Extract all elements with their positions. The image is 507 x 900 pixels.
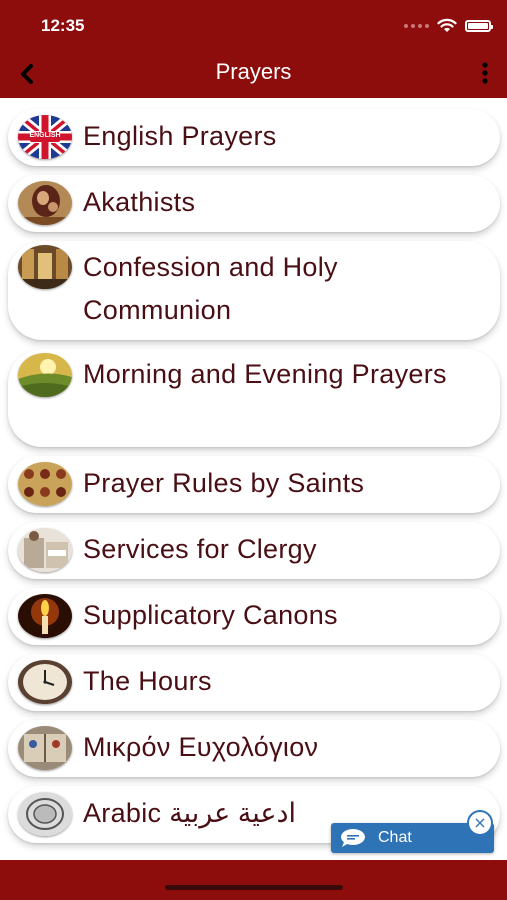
saints-icon: [18, 462, 72, 506]
wifi-icon: [437, 18, 457, 32]
church-interior-icon: [18, 245, 72, 289]
uk-flag-icon: ENGLISH: [18, 115, 72, 159]
list-item-english-prayers[interactable]: ENGLISH English Prayers: [8, 109, 500, 166]
list-item-label: Prayer Rules by Saints: [83, 468, 365, 498]
list-item-label: Akathists: [83, 187, 196, 217]
list-item-mikron-euchologion[interactable]: Μικρόν Ευχολόγιον: [8, 720, 500, 777]
app-header: 12:35 Prayers: [0, 0, 507, 98]
list-item-akathists[interactable]: Akathists: [8, 175, 500, 232]
sunrise-landscape-icon: [18, 353, 72, 397]
list-item-label: Supplicatory Canons: [83, 600, 338, 630]
bottom-bar: [0, 860, 507, 900]
clergy-icon: [18, 528, 72, 572]
list-item-morning-evening[interactable]: Morning and Evening Prayers: [8, 349, 500, 447]
list-item-label: English Prayers: [83, 121, 277, 151]
list-item-label: Confession and Holy Communion: [83, 252, 338, 325]
list-item-label: Morning and Evening Prayers: [83, 359, 447, 389]
home-indicator[interactable]: [165, 885, 343, 890]
candle-icon: [18, 594, 72, 638]
list-item-confession[interactable]: Confession and Holy Communion: [8, 241, 500, 340]
list-item-label: Services for Clergy: [83, 534, 317, 564]
chat-label: Chat: [378, 829, 412, 846]
list-item-label: Μικρόν Ευχολόγιον: [83, 732, 319, 762]
battery-icon: [465, 20, 493, 32]
more-vertical-icon[interactable]: [477, 60, 493, 86]
flag-badge: ENGLISH: [29, 132, 61, 139]
chat-bubble-icon: [341, 829, 365, 847]
arabic-seal-icon: [18, 792, 72, 836]
list-item-prayer-rules[interactable]: Prayer Rules by Saints: [8, 456, 500, 513]
status-icons: [404, 14, 493, 38]
theotokos-icon: [18, 181, 72, 225]
list-item-supplicatory-canons[interactable]: Supplicatory Canons: [8, 588, 500, 645]
status-time: 12:35: [41, 16, 85, 35]
clock-icon: [18, 660, 72, 704]
list-item-label: The Hours: [83, 666, 212, 696]
list-item-services-clergy[interactable]: Services for Clergy: [8, 522, 500, 579]
book-icon: [18, 726, 72, 770]
signal-icon: [404, 24, 429, 28]
page-title: Prayers: [215, 59, 292, 84]
list-item-the-hours[interactable]: The Hours: [8, 654, 500, 711]
chat-close-button[interactable]: ×: [467, 810, 493, 836]
prayer-list: ENGLISH English Prayers Akathists Confes…: [0, 98, 507, 860]
